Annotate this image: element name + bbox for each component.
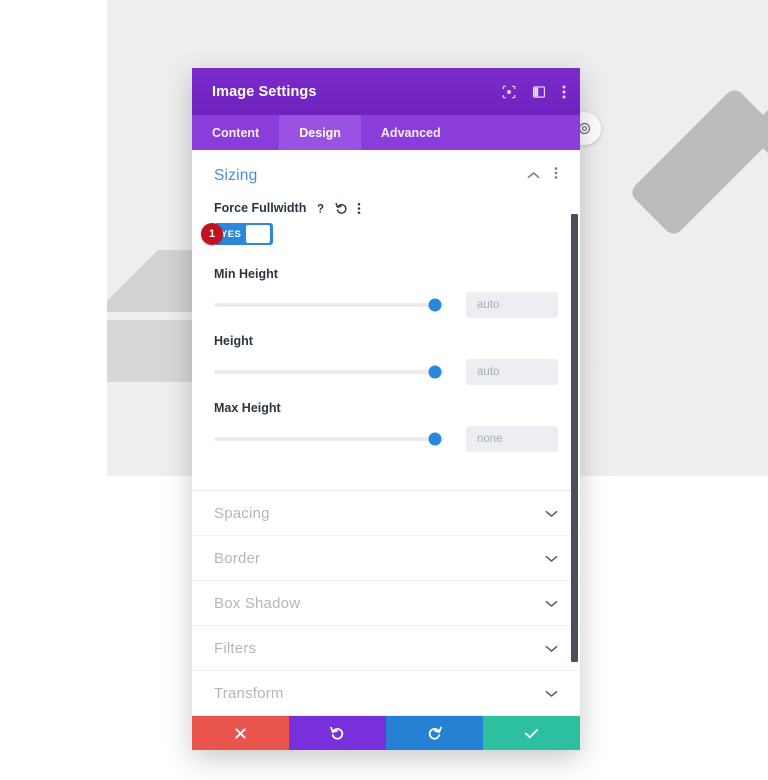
more-options-icon[interactable] [554, 166, 558, 185]
min-height-row [214, 292, 558, 318]
section-transform-label: Transform [214, 684, 284, 702]
more-options-icon[interactable] [357, 202, 361, 215]
max-height-input[interactable] [466, 426, 558, 452]
modal-header: Image Settings [192, 68, 580, 115]
min-height-slider-handle[interactable] [428, 298, 442, 312]
height-input[interactable] [466, 359, 558, 385]
layout-columns-icon[interactable] [532, 85, 546, 99]
help-question-icon[interactable]: ? [315, 202, 326, 215]
force-fullwidth-label-row: Force Fullwidth ? [214, 201, 558, 215]
modal-footer [192, 716, 580, 750]
svg-text:?: ? [317, 203, 324, 215]
min-height-field: Min Height [214, 267, 558, 318]
sizing-section-title: Sizing [214, 166, 258, 184]
section-transform[interactable]: Transform [192, 671, 580, 716]
section-box-shadow-label: Box Shadow [214, 594, 301, 612]
chevron-down-icon[interactable] [545, 644, 558, 653]
section-box-shadow[interactable]: Box Shadow [192, 581, 580, 626]
tab-content[interactable]: Content [192, 115, 279, 150]
height-row [214, 359, 558, 385]
tab-design[interactable]: Design [279, 115, 361, 150]
section-filters[interactable]: Filters [192, 626, 580, 671]
min-height-label: Min Height [214, 267, 278, 281]
min-height-slider[interactable] [214, 298, 444, 312]
section-spacing-label: Spacing [214, 504, 270, 522]
height-field: Height [214, 334, 558, 385]
chevron-down-icon[interactable] [545, 689, 558, 698]
chevron-up-icon[interactable] [527, 167, 540, 185]
modal-tab-bar: Content Design Advanced [192, 115, 580, 150]
sizing-section-header-icons [527, 166, 558, 185]
modal-scrollbar-thumb[interactable] [571, 214, 578, 662]
section-border[interactable]: Border [192, 536, 580, 581]
modal-scrollbar-track[interactable] [570, 150, 578, 716]
height-slider-handle[interactable] [428, 365, 442, 379]
save-button[interactable] [483, 716, 580, 750]
height-slider[interactable] [214, 365, 444, 379]
focus-target-icon[interactable] [502, 85, 516, 99]
redo-button[interactable] [386, 716, 483, 750]
modal-title: Image Settings [212, 83, 317, 100]
sizing-section-header[interactable]: Sizing [214, 166, 558, 185]
chevron-down-icon[interactable] [545, 599, 558, 608]
modal-header-icon-group [502, 84, 566, 100]
max-height-row [214, 426, 558, 452]
cancel-button[interactable] [192, 716, 289, 750]
image-settings-modal: Image Settings Content Design Advanced S… [192, 68, 580, 750]
force-fullwidth-toggle-wrap: YES 1 [201, 223, 273, 245]
force-fullwidth-label: Force Fullwidth [214, 201, 307, 215]
step-badge-1: 1 [201, 223, 223, 245]
max-height-slider-handle[interactable] [428, 432, 442, 446]
more-options-icon[interactable] [562, 84, 566, 100]
sizing-section: Sizing Force Fullwidth ? YES 1 Min Heigh… [192, 150, 580, 490]
section-spacing[interactable]: Spacing [192, 491, 580, 536]
max-height-slider[interactable] [214, 432, 444, 446]
max-height-field: Max Height [214, 401, 558, 452]
reset-icon[interactable] [335, 202, 348, 215]
section-filters-label: Filters [214, 639, 257, 657]
toggle-knob[interactable] [246, 225, 270, 243]
chevron-down-icon[interactable] [545, 554, 558, 563]
tab-advanced[interactable]: Advanced [361, 115, 461, 150]
undo-button[interactable] [289, 716, 386, 750]
max-height-label: Max Height [214, 401, 281, 415]
modal-body: Sizing Force Fullwidth ? YES 1 Min Heigh… [192, 150, 580, 716]
chevron-down-icon[interactable] [545, 509, 558, 518]
min-height-input[interactable] [466, 292, 558, 318]
section-border-label: Border [214, 549, 261, 567]
height-label: Height [214, 334, 253, 348]
